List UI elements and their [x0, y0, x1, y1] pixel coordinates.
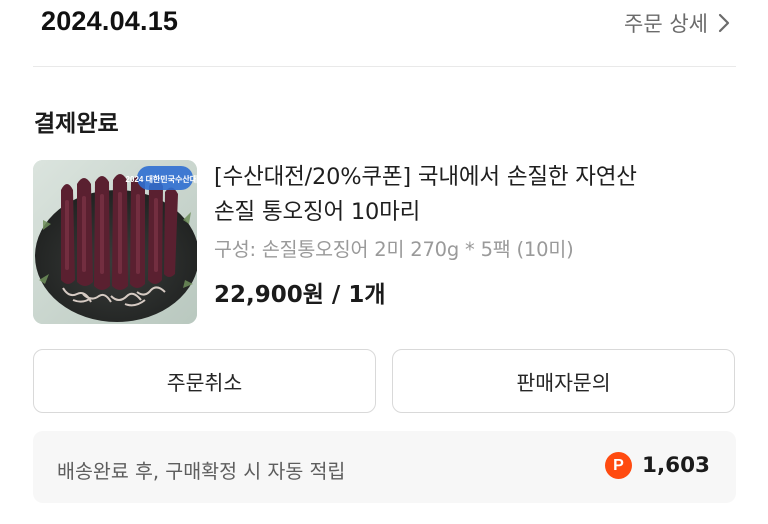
product-thumbnail[interactable]: 2024 대한민국수산대전 [33, 160, 197, 324]
cancel-order-button[interactable]: 주문취소 [33, 349, 376, 413]
product-name-line-1: [수산대전/20%쿠폰] 국내에서 손질한 자연산 [214, 164, 637, 190]
product-info[interactable]: [수산대전/20%쿠폰] 국내에서 손질한 자연산 손질 통오징어 10마리 구… [214, 160, 734, 309]
points-info-box: 배송완료 후, 구매확정 시 자동 적립 P 1,603 [33, 431, 736, 503]
order-date: 2024.04.15 [41, 6, 179, 36]
order-detail-link[interactable]: 주문 상세 [624, 8, 730, 38]
thumb-badge-text: 2024 대한민국수산대전 [126, 174, 197, 184]
product-option: 구성: 손질통오징어 2미 270g * 5팩 (10미) [214, 238, 574, 261]
order-detail-label: 주문 상세 [624, 12, 708, 36]
points-value: 1,603 [641, 453, 710, 478]
points-value-group: P 1,603 [604, 452, 710, 479]
chevron-right-icon [718, 13, 730, 33]
seller-inquiry-button[interactable]: 판매자문의 [392, 349, 735, 413]
squid-product-image: 2024 대한민국수산대전 [33, 160, 197, 324]
point-badge-icon: P [604, 452, 632, 479]
order-header: 2024.04.15 주문 상세 [0, 0, 768, 46]
points-description: 배송완료 후, 구매확정 시 자동 적립 [57, 460, 346, 483]
order-status: 결제완료 [34, 111, 119, 137]
product-name: [수산대전/20%쿠폰] 국내에서 손질한 자연산 손질 통오징어 10마리 [214, 160, 734, 230]
header-divider [33, 66, 736, 67]
product-name-line-2: 손질 통오징어 10마리 [214, 199, 421, 225]
product-price: 22,900원 / 1개 [214, 282, 386, 308]
